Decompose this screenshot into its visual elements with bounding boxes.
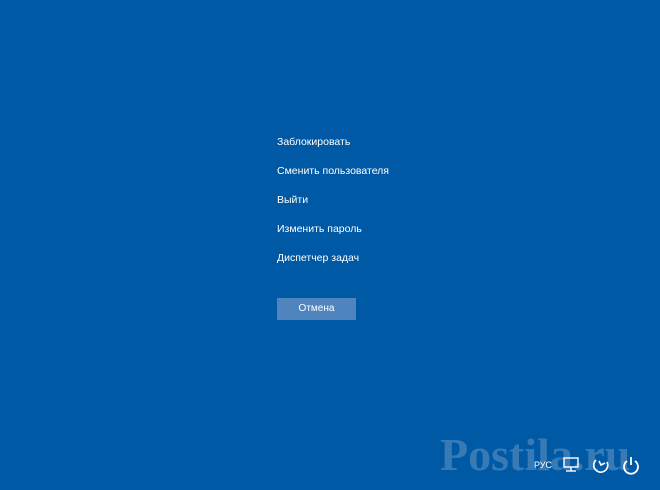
security-options-menu: Заблокировать Сменить пользователя Выйти…: [277, 133, 477, 278]
accessibility-icon[interactable]: [590, 454, 612, 476]
cancel-button[interactable]: Отмена: [277, 298, 356, 320]
network-icon[interactable]: [560, 454, 582, 476]
sign-out-option[interactable]: Выйти: [277, 191, 477, 220]
task-manager-option[interactable]: Диспетчер задач: [277, 249, 477, 278]
power-icon[interactable]: [620, 454, 642, 476]
system-tray: РУС: [534, 454, 642, 476]
language-indicator[interactable]: РУС: [534, 454, 552, 476]
lock-option[interactable]: Заблокировать: [277, 133, 477, 162]
switch-user-option[interactable]: Сменить пользователя: [277, 162, 477, 191]
change-password-option[interactable]: Изменить пароль: [277, 220, 477, 249]
